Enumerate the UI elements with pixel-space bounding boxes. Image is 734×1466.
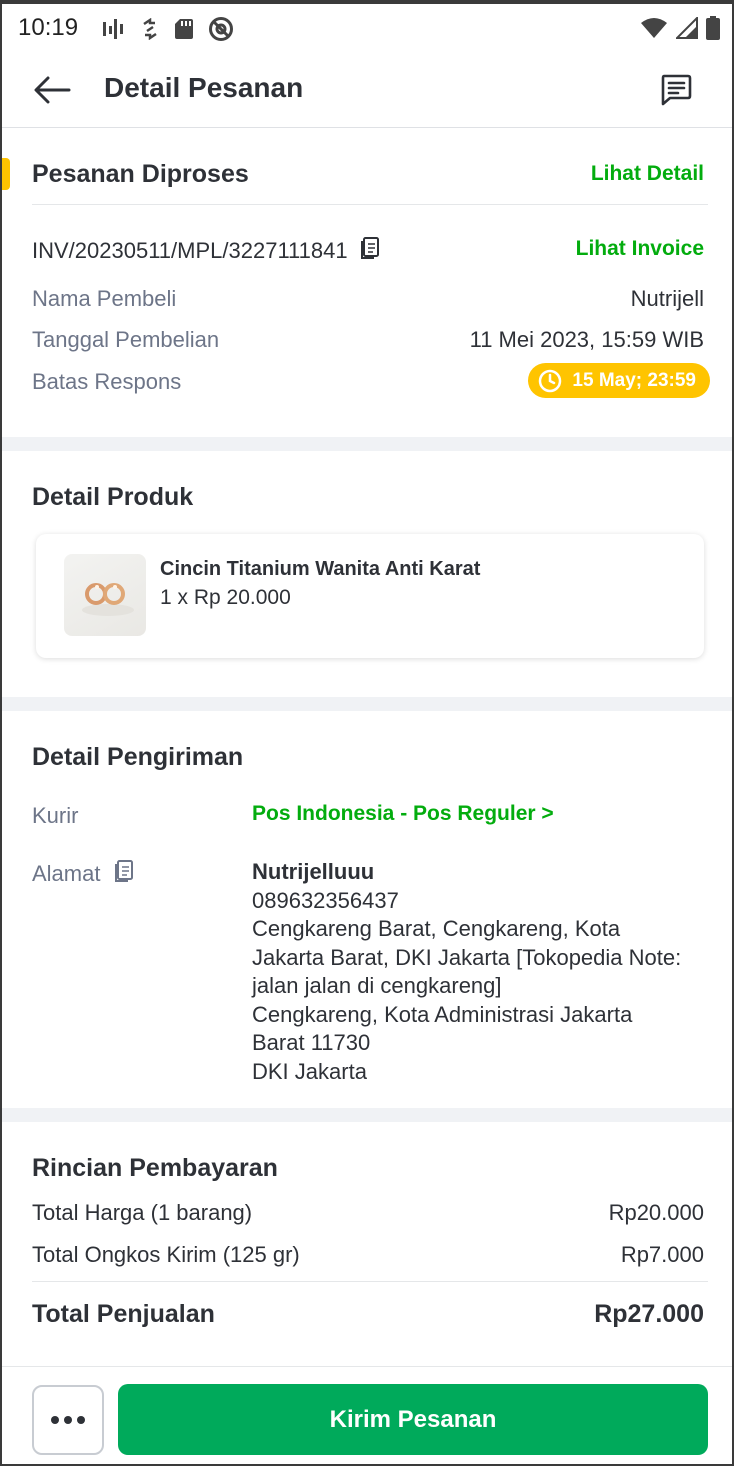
courier-link[interactable]: Pos Indonesia - Pos Reguler > xyxy=(252,802,554,826)
invoice-number-row: INV/20230511/MPL/3227111841 xyxy=(32,236,380,266)
audio-wave-icon xyxy=(102,18,126,40)
response-deadline-badge: 15 May; 23:59 xyxy=(528,363,710,398)
shipping-cost-label: Total Ongkos Kirim (125 gr) xyxy=(32,1242,300,1267)
app-bar: Detail Pesanan xyxy=(2,52,732,128)
total-sales-value: Rp27.000 xyxy=(594,1300,704,1328)
address-line: Barat 11730 xyxy=(252,1030,371,1055)
shipping-section-title: Detail Pengiriman xyxy=(32,743,244,771)
notification-icons xyxy=(102,16,234,42)
buyer-name-value: Nutrijell xyxy=(630,286,704,311)
page-title: Detail Pesanan xyxy=(104,72,304,103)
payment-section-title: Rincian Pembayaran xyxy=(32,1154,278,1182)
bottom-action-bar: Kirim Pesanan xyxy=(2,1366,732,1464)
section-divider xyxy=(2,437,732,451)
shipping-address: Nutrijelluuu 089632356437 Cengkareng Bar… xyxy=(252,858,712,1086)
response-deadline-label: Batas Respons xyxy=(32,369,182,394)
more-options-button[interactable] xyxy=(32,1385,104,1455)
chat-list-icon xyxy=(661,74,692,106)
sync-icon xyxy=(140,18,160,40)
divider xyxy=(32,204,708,205)
product-name: Cincin Titanium Wanita Anti Karat xyxy=(160,558,481,580)
address-label: Alamat xyxy=(32,861,101,886)
section-divider xyxy=(2,1108,732,1122)
copy-icon[interactable] xyxy=(360,236,380,266)
view-invoice-link[interactable]: Lihat Invoice xyxy=(576,237,704,261)
address-line: jalan jalan di cengkareng] xyxy=(252,973,502,998)
app-screen: 10:19 Detail Pesanan Pesanan Diproses Li… xyxy=(0,0,734,1466)
shipping-cost-value: Rp7.000 xyxy=(620,1242,704,1267)
address-line: Cengkareng Barat, Cengkareng, Kota xyxy=(252,916,621,941)
view-detail-link[interactable]: Lihat Detail xyxy=(591,162,704,186)
battery-icon xyxy=(706,16,720,40)
product-image xyxy=(64,554,146,636)
purchase-date-label: Tanggal Pembelian xyxy=(32,327,220,352)
recipient-phone: 089632356437 xyxy=(252,887,399,913)
signal-icon xyxy=(676,17,698,39)
courier-label: Kurir xyxy=(32,803,79,828)
total-price-label: Total Harga (1 barang) xyxy=(32,1200,253,1225)
status-time: 10:19 xyxy=(18,14,79,41)
chat-button[interactable] xyxy=(656,70,696,110)
system-icons xyxy=(640,16,720,40)
copy-address-icon[interactable] xyxy=(114,859,134,889)
product-card[interactable]: Cincin Titanium Wanita Anti Karat 1 x Rp… xyxy=(36,534,704,658)
recipient-name: Nutrijelluuu xyxy=(252,859,375,884)
at-sign-icon xyxy=(208,16,234,42)
send-order-button[interactable]: Kirim Pesanan xyxy=(118,1384,708,1455)
product-quantity-price: 1 x Rp 20.000 xyxy=(160,586,291,609)
divider xyxy=(32,1281,708,1282)
buyer-name-label: Nama Pembeli xyxy=(32,286,177,311)
back-button[interactable] xyxy=(30,70,74,110)
invoice-number: INV/20230511/MPL/3227111841 xyxy=(32,238,348,263)
purchase-date-value: 11 Mei 2023, 15:59 WIB xyxy=(469,327,704,352)
clock-icon xyxy=(539,369,562,392)
status-bar: 10:19 xyxy=(2,4,732,52)
total-price-value: Rp20.000 xyxy=(608,1200,704,1225)
total-sales-label: Total Penjualan xyxy=(32,1300,215,1328)
address-label-row: Alamat xyxy=(32,859,134,889)
more-dots-icon xyxy=(51,1416,59,1424)
response-deadline-value: 15 May; 23:59 xyxy=(572,369,696,391)
address-line: Jakarta Barat, DKI Jakarta [Tokopedia No… xyxy=(252,944,682,970)
wifi-icon xyxy=(640,17,668,39)
section-divider xyxy=(2,697,732,711)
arrow-left-icon xyxy=(34,76,71,104)
product-section-title: Detail Produk xyxy=(32,483,194,511)
order-status-title: Pesanan Diproses xyxy=(32,160,249,188)
status-accent-bar xyxy=(2,158,10,190)
address-line: Cengkareng, Kota Administrasi Jakarta xyxy=(252,1001,633,1027)
sd-card-icon xyxy=(174,18,194,40)
address-line: DKI Jakarta xyxy=(252,1058,367,1084)
